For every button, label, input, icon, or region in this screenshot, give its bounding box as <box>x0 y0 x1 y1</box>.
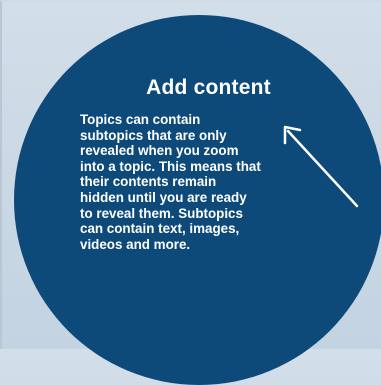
panel-title-text: Add content <box>146 76 271 99</box>
panel-body-text: Topics can contain subtopics that are on… <box>80 112 261 252</box>
panel-title: Add content <box>0 76 381 100</box>
